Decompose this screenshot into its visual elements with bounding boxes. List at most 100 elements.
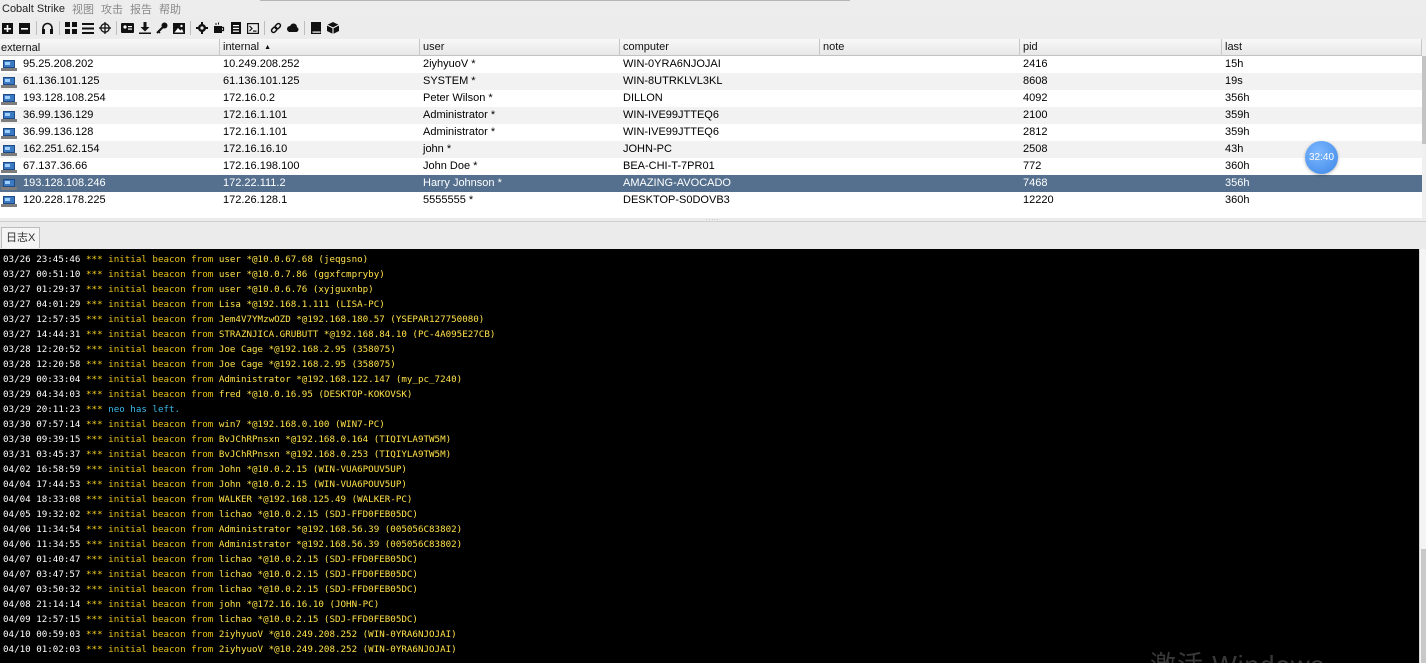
log-time: 04/02 16:58:59 xyxy=(3,464,81,475)
log-stars: *** xyxy=(86,569,103,580)
log-who: user *@10.0.7.86 (ggxfcmpryby) xyxy=(218,269,385,280)
log-stars: *** xyxy=(86,329,103,340)
log-stars: *** xyxy=(86,374,103,385)
cell-last: 15h xyxy=(1225,58,1244,70)
table-header: external internal ▲ user computer note pi… xyxy=(0,39,1422,56)
table-row[interactable]: 36.99.136.129 172.16.1.101 Administrator *… xyxy=(0,107,1422,124)
scrollbar-thumb[interactable] xyxy=(1422,56,1426,144)
external-ip: 36.99.136.128 xyxy=(23,126,94,138)
pivot-graph-icon[interactable] xyxy=(64,21,77,35)
column-header-user[interactable]: user xyxy=(420,39,620,56)
toolbar-separator xyxy=(264,21,265,35)
coffee-icon[interactable] xyxy=(212,21,225,35)
cell-note xyxy=(820,73,1020,90)
app-name-menu[interactable]: Cobalt Strike xyxy=(2,3,65,15)
connect-icon[interactable] xyxy=(1,21,14,35)
log-who: 2iyhyuoV *@10.249.208.252 (WIN-0YRA6NJOJ… xyxy=(218,629,457,640)
column-header-pid[interactable]: pid xyxy=(1020,39,1222,56)
log-stars: *** xyxy=(86,449,103,460)
log-who: STRAZNJICA.GRUBUTT *@192.168.84.10 (PC-4… xyxy=(218,329,496,340)
cell-pid: 7468 xyxy=(1023,177,1048,189)
table-row[interactable]: 120.228.178.225 172.26.128.1 5555555 * DESK… xyxy=(0,192,1422,209)
download-icon[interactable] xyxy=(138,21,151,35)
log-time: 03/30 07:57:14 xyxy=(3,419,81,430)
log-who: Jem4V7YMzwOZD *@192.168.180.57 (YSEPAR12… xyxy=(218,314,485,325)
key-icon[interactable] xyxy=(155,21,168,35)
column-header-external[interactable]: external xyxy=(0,39,220,56)
log-who: BvJChRPnsxn *@192.168.0.164 (TIQIYLA9TW5… xyxy=(218,434,452,445)
table-row[interactable]: 67.137.36.66 172.16.198.100 John Doe * BEA-… xyxy=(0,158,1422,175)
table-row[interactable]: 95.25.208.202 10.249.208.252 2iyhyuoV * WIN… xyxy=(0,56,1422,73)
cell-last: 359h xyxy=(1225,126,1250,138)
table-row[interactable]: 162.251.62.154 172.16.16.10 john * JOHN-PC 2… xyxy=(0,141,1422,158)
screenshot-icon[interactable] xyxy=(172,21,185,35)
console-icon[interactable] xyxy=(246,21,259,35)
headphones-icon[interactable] xyxy=(41,21,54,35)
log-who: WALKER *@192.168.125.49 (WALKER-PC) xyxy=(218,494,413,505)
column-header-last[interactable]: last xyxy=(1222,39,1422,56)
table-scrollbar[interactable] xyxy=(1422,39,1426,218)
log-stars: *** xyxy=(86,389,103,400)
cube-icon[interactable] xyxy=(326,21,339,35)
log-text: initial beacon from xyxy=(108,254,214,265)
log-stars: *** xyxy=(86,584,103,595)
recording-timer-badge[interactable]: 32:40 xyxy=(1305,141,1338,174)
table-row[interactable]: 36.99.136.128 172.16.1.101 Administrator *… xyxy=(0,124,1422,141)
cell-external: 36.99.136.129 xyxy=(0,107,220,124)
document-icon[interactable] xyxy=(229,21,242,35)
log-who: lichao *@10.0.2.15 (SDJ-FFD0FEB05DC) xyxy=(218,509,418,520)
log-stars: *** xyxy=(86,404,103,415)
log-stars: *** xyxy=(86,314,103,325)
menu-attack[interactable]: 攻击 xyxy=(101,1,123,17)
column-header-computer[interactable]: computer xyxy=(620,39,820,56)
log-time: 03/27 14:44:31 xyxy=(3,329,81,340)
log-who: lichao *@10.0.2.15 (SDJ-FFD0FEB05DC) xyxy=(218,569,418,580)
menu-help[interactable]: 帮助 xyxy=(159,1,181,17)
sort-ascending-icon: ▲ xyxy=(264,44,272,51)
cloud-icon[interactable] xyxy=(286,21,299,35)
log-text: initial beacon from xyxy=(108,644,214,655)
cell-pid: 2416 xyxy=(1023,58,1048,70)
log-text: initial beacon from xyxy=(108,389,214,400)
windows-host-icon xyxy=(1,195,17,207)
book-icon[interactable] xyxy=(309,21,322,35)
table-row[interactable]: 193.128.108.254 172.16.0.2 Peter Wilson * D… xyxy=(0,90,1422,107)
target-crosshair-icon[interactable] xyxy=(98,21,111,35)
session-list-icon[interactable] xyxy=(81,21,94,35)
log-who: Lisa *@192.168.1.111 (LISA-PC) xyxy=(218,299,385,310)
settings-gear-icon[interactable] xyxy=(195,21,208,35)
log-who: user *@10.0.6.76 (xyjguxnbp) xyxy=(218,284,374,295)
cell-external: 67.137.36.66 xyxy=(0,158,220,175)
cell-pid: 2100 xyxy=(1023,109,1048,121)
log-who: john *@172.16.16.10 (JOHN-PC) xyxy=(218,599,380,610)
log-line: 04/06 11:34:54 *** initial beacon from A… xyxy=(0,522,1419,537)
table-row[interactable]: 193.128.108.246 172.22.111.2 Harry Johnson… xyxy=(0,175,1422,192)
link-icon[interactable] xyxy=(269,21,282,35)
log-stars: *** xyxy=(86,269,103,280)
log-line: 03/31 03:45:37 *** initial beacon from B… xyxy=(0,447,1419,462)
log-time: 03/27 12:57:35 xyxy=(3,314,81,325)
cell-user: SYSTEM * xyxy=(423,75,476,87)
scrollbar-thumb[interactable] xyxy=(1421,549,1426,663)
event-log-console[interactable]: 03/26 23:45:46 *** initial beacon from u… xyxy=(0,249,1419,663)
menu-view[interactable]: 视图 xyxy=(72,1,94,17)
table-row[interactable]: 61.136.101.125 61.136.101.125 SYSTEM * WIN-… xyxy=(0,73,1422,90)
log-who: user *@10.0.67.68 (jeqgsno) xyxy=(218,254,369,265)
log-who: Administrator *@192.168.56.39 (005056C83… xyxy=(218,524,463,535)
console-scrollbar[interactable] xyxy=(1419,249,1426,663)
log-time: 03/27 00:51:10 xyxy=(3,269,81,280)
log-text: initial beacon from xyxy=(108,374,214,385)
column-header-note[interactable]: note xyxy=(820,39,1020,56)
log-text: initial beacon from xyxy=(108,434,214,445)
log-text: initial beacon from xyxy=(108,329,214,340)
tab-event-log[interactable]: 日志X xyxy=(1,227,41,248)
column-header-internal[interactable]: internal ▲ xyxy=(220,39,420,56)
windows-host-icon xyxy=(1,161,17,173)
menu-report[interactable]: 报告 xyxy=(130,1,152,17)
credentials-icon[interactable] xyxy=(121,21,134,35)
log-time: 04/08 21:14:14 xyxy=(3,599,81,610)
log-line: 03/30 07:57:14 *** initial beacon from w… xyxy=(0,417,1419,432)
log-stars: *** xyxy=(86,479,103,490)
log-who: Joe Cage *@192.168.2.95 (358075) xyxy=(218,359,396,370)
disconnect-icon[interactable] xyxy=(18,21,31,35)
